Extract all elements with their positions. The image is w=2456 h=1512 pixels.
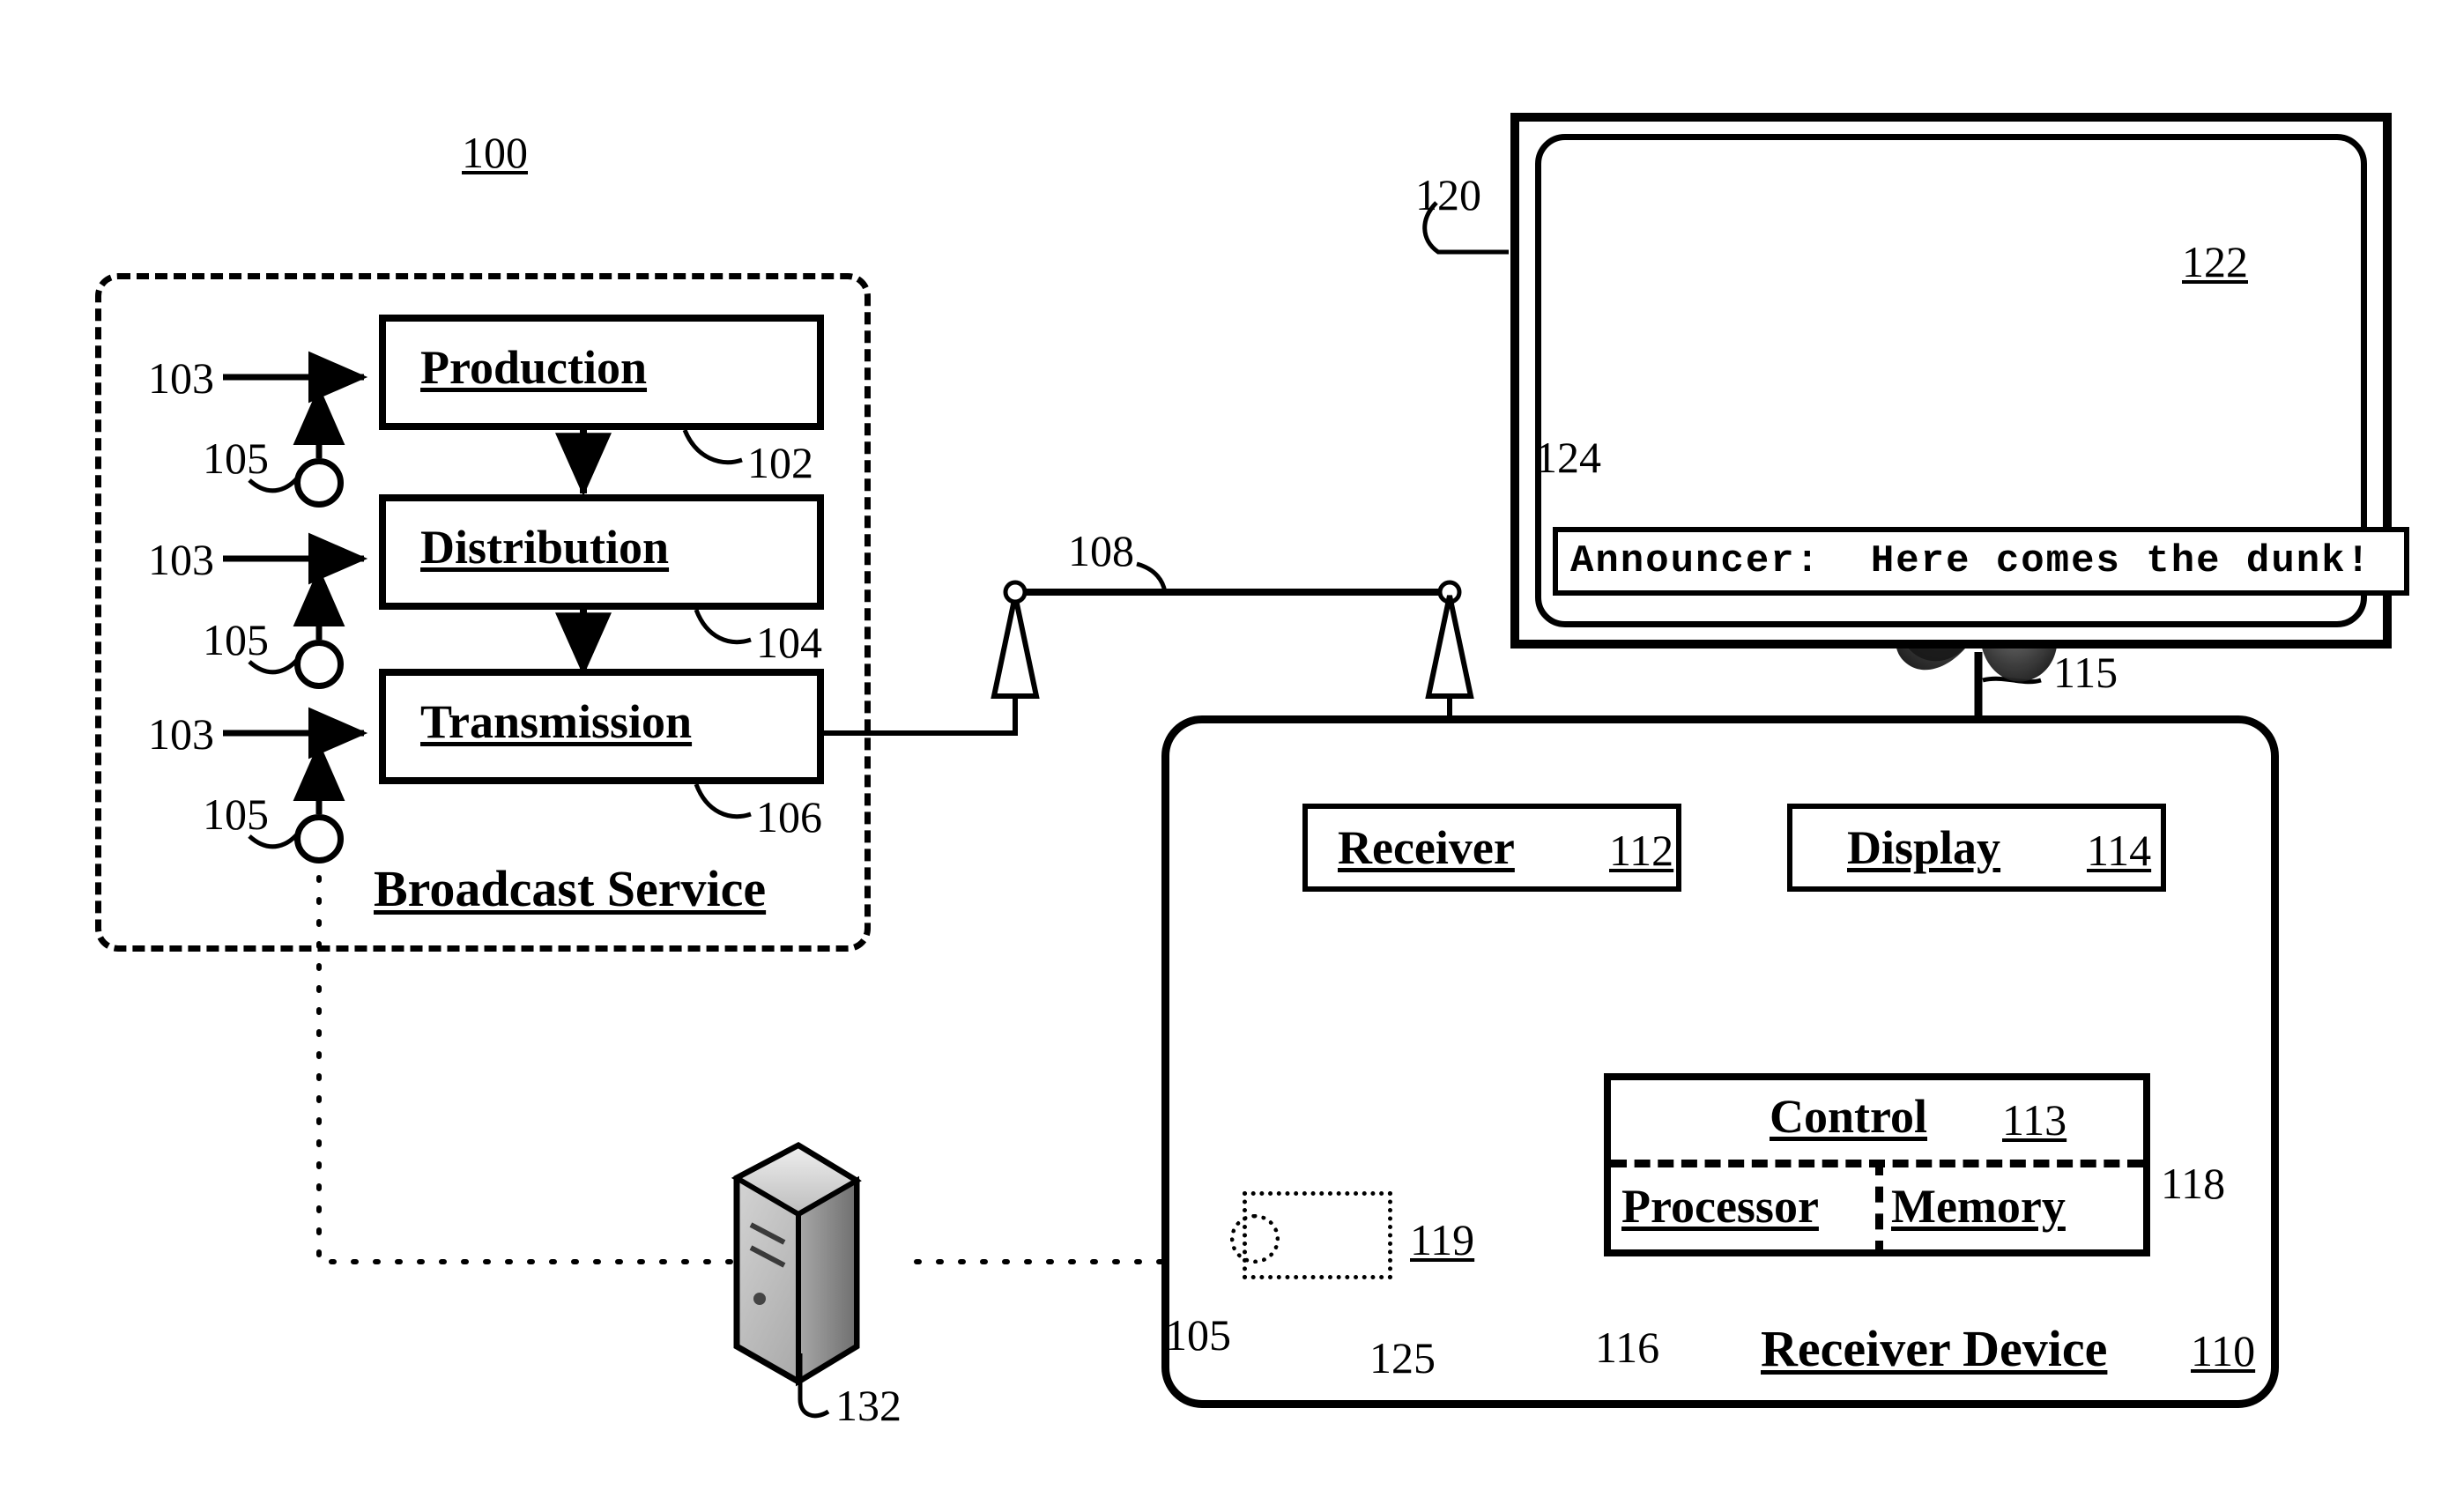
- link-node-left: [1003, 580, 1028, 604]
- storage-region-ref-125: 125: [1369, 1333, 1436, 1382]
- storage-marker-ref-105: 105: [1165, 1310, 1231, 1360]
- memory-label: Memory: [1891, 1180, 2066, 1233]
- video-ref-122: 122: [2182, 237, 2248, 286]
- transmission-ref: 106: [756, 792, 822, 841]
- receiver-device-ref: 110: [2191, 1326, 2256, 1375]
- caption-text: Announcer: Here comes the dunk!: [1570, 539, 2371, 583]
- television-ref-120: 120: [1415, 170, 1481, 219]
- tower-left: [991, 595, 1040, 733]
- system-ref-100: 100: [462, 128, 528, 177]
- broadcast-service-label: Broadcast Service: [374, 860, 767, 917]
- distribution-ref: 104: [756, 618, 822, 667]
- receiver-block-ref: 112: [1609, 826, 1674, 875]
- processor-ref: 116: [1595, 1323, 1660, 1372]
- distribution-input-ref: 103: [148, 535, 214, 584]
- patent-figure: 100 Broadcast Service Production 102 103…: [0, 0, 2456, 1512]
- caption-bar: Announcer: Here comes the dunk!: [1553, 527, 2409, 596]
- display-block-label: Display: [1847, 821, 2001, 874]
- production-tap-ref: 105: [203, 434, 269, 483]
- production-input-ref: 103: [148, 353, 214, 403]
- distribution-label: Distribution: [420, 521, 670, 574]
- production-tap-circle[interactable]: [294, 458, 344, 508]
- control-vertical-divider: [1875, 1160, 1883, 1256]
- connector-ref-115: 115: [2053, 648, 2118, 697]
- transmission-input-ref: 103: [148, 709, 214, 759]
- production-ref: 102: [747, 438, 813, 487]
- receiver-block-label: Receiver: [1338, 821, 1515, 874]
- distribution-tap-ref: 105: [203, 615, 269, 664]
- receiver-device-label: Receiver Device: [1761, 1320, 2108, 1377]
- storage-marker-105: [1230, 1214, 1280, 1264]
- link-ref-108: 108: [1068, 526, 1134, 575]
- server-ref-132: 132: [835, 1381, 902, 1430]
- processor-label: Processor: [1621, 1180, 1819, 1233]
- distribution-tap-circle[interactable]: [294, 640, 344, 689]
- control-ref: 113: [2002, 1095, 2067, 1145]
- caption-ref-124: 124: [1535, 433, 1601, 482]
- display-block-ref: 114: [2087, 826, 2152, 875]
- leader-108: [1136, 561, 1168, 593]
- transmission-label: Transmission: [420, 695, 693, 748]
- transmission-tap-circle[interactable]: [294, 814, 344, 863]
- control-outer-ref: 118: [2161, 1159, 2226, 1208]
- storage-ref-119: 119: [1410, 1215, 1475, 1264]
- server-tower-icon: [731, 1141, 862, 1387]
- transmission-tap-ref: 105: [203, 789, 269, 839]
- production-label: Production: [420, 341, 648, 394]
- control-label: Control: [1770, 1090, 1928, 1143]
